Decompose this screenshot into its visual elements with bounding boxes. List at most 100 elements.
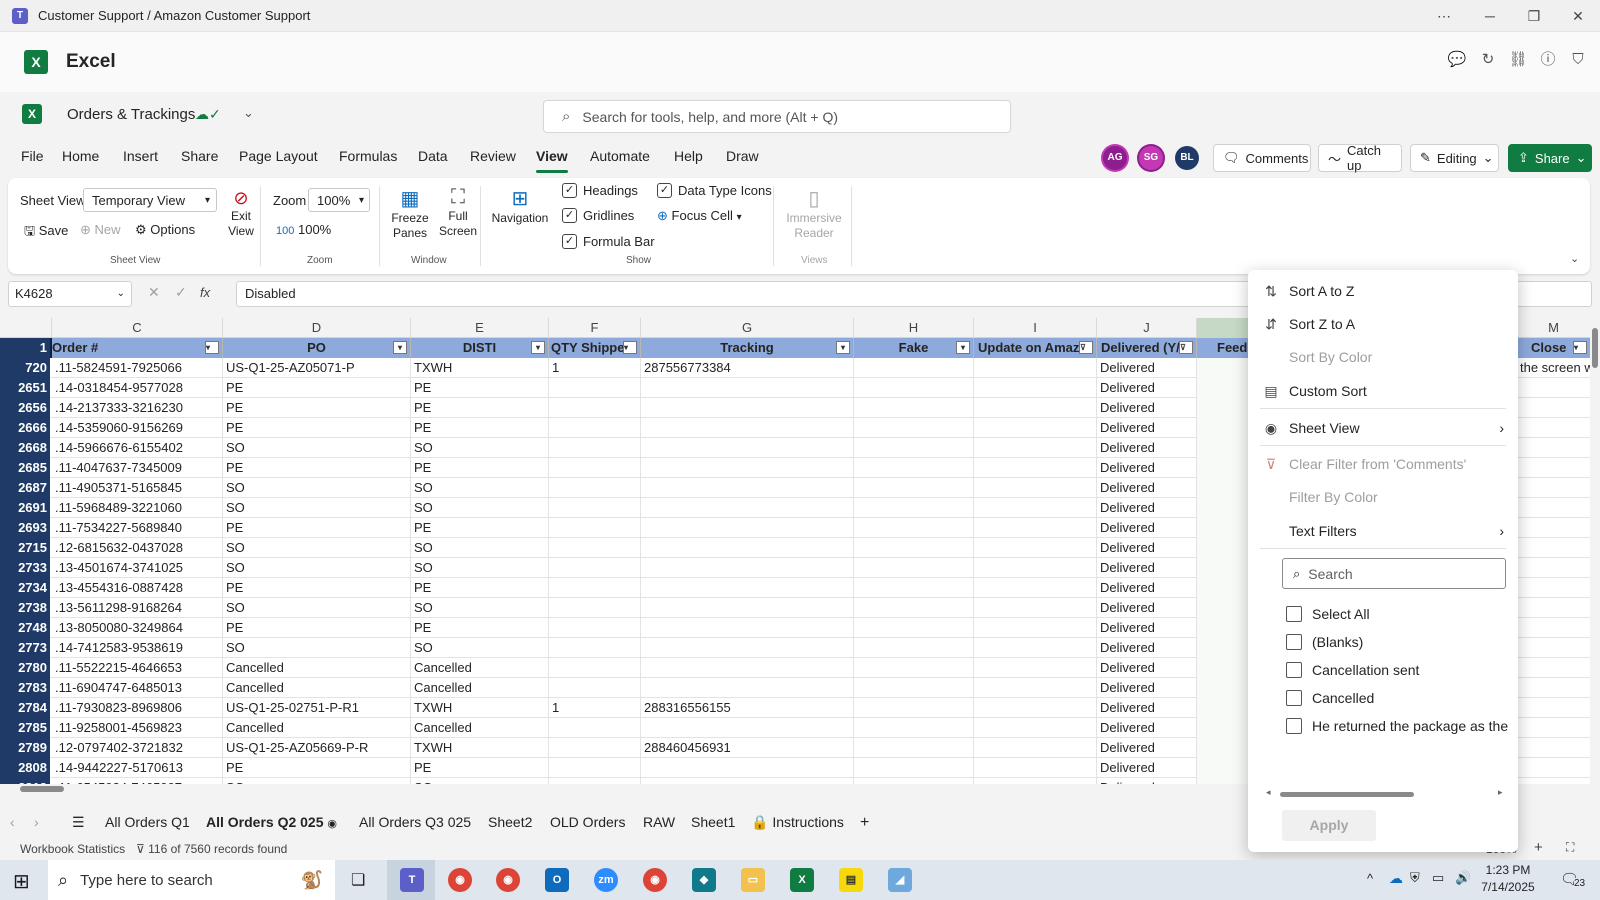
table-cell[interactable]: [974, 398, 1097, 418]
table-cell[interactable]: [854, 478, 974, 498]
table-cell[interactable]: [854, 518, 974, 538]
table-cell[interactable]: [974, 618, 1097, 638]
navigation-button[interactable]: ⊞ Navigation: [488, 186, 552, 225]
table-cell[interactable]: SO: [411, 598, 549, 618]
table-cell[interactable]: PE: [223, 578, 411, 598]
table-cell[interactable]: 1: [549, 698, 641, 718]
info-icon[interactable]: ⓘ: [1538, 50, 1558, 70]
table-cell[interactable]: [1517, 658, 1591, 678]
taskbar-search-box[interactable]: ⌕ Type here to search 🐒: [48, 860, 335, 900]
sticky-notes-icon[interactable]: ▤: [839, 868, 863, 892]
row-number[interactable]: 2783: [0, 678, 50, 698]
shield-icon[interactable]: ⛉: [1568, 50, 1588, 70]
chevron-up-icon[interactable]: ^: [1367, 871, 1373, 886]
table-cell[interactable]: [854, 598, 974, 618]
table-cell[interactable]: Delivered: [1097, 378, 1197, 398]
comments-button[interactable]: 🗨 Comments: [1213, 144, 1311, 172]
filter-option[interactable]: He returned the package as the: [1286, 714, 1526, 738]
row-number[interactable]: 2738: [0, 598, 50, 618]
table-cell[interactable]: [854, 458, 974, 478]
filter-active-icon[interactable]: ⊽: [1079, 341, 1093, 354]
exit-view-button[interactable]: ⊘ Exit View: [221, 188, 261, 239]
table-cell[interactable]: [854, 638, 974, 658]
table-cell[interactable]: [1517, 578, 1591, 598]
table-cell[interactable]: [974, 598, 1097, 618]
checkbox[interactable]: [1286, 662, 1302, 678]
table-cell[interactable]: .13-4554316-0887428: [52, 578, 223, 598]
immersive-reader-button[interactable]: ▯ Immersive Reader: [782, 186, 846, 241]
table-cell[interactable]: [974, 738, 1097, 758]
zoom-in-icon[interactable]: +: [1534, 839, 1543, 856]
filter-dropdown-icon[interactable]: ▾: [956, 341, 970, 354]
table-cell[interactable]: PE: [411, 378, 549, 398]
headings-checkbox[interactable]: ✓ Headings: [562, 183, 638, 199]
checkbox[interactable]: [1286, 606, 1302, 622]
sheet-tab[interactable]: RAW: [643, 814, 675, 830]
table-cell[interactable]: Delivered: [1097, 638, 1197, 658]
focus-cell-button[interactable]: ⊕ Focus Cell ▾: [657, 208, 742, 224]
table-cell[interactable]: [549, 498, 641, 518]
table-cell[interactable]: [1517, 678, 1591, 698]
scroll-right-icon[interactable]: ▸: [1498, 787, 1503, 798]
table-cell[interactable]: SO: [223, 538, 411, 558]
table-cell[interactable]: PE: [223, 758, 411, 778]
row-number[interactable]: 2691: [0, 498, 50, 518]
header-cell[interactable]: PO ▾: [223, 338, 411, 358]
table-cell[interactable]: Cancelled: [411, 658, 549, 678]
table-cell[interactable]: TXWH: [411, 698, 549, 718]
table-cell[interactable]: [641, 498, 854, 518]
table-cell[interactable]: .11-6904747-6485013: [52, 678, 223, 698]
table-cell[interactable]: [1517, 458, 1591, 478]
table-cell[interactable]: TXWH: [411, 738, 549, 758]
table-cell[interactable]: [974, 418, 1097, 438]
table-cell[interactable]: Cancelled: [223, 658, 411, 678]
table-cell[interactable]: [1517, 438, 1591, 458]
column-header[interactable]: M: [1517, 318, 1591, 338]
volume-icon[interactable]: 🔊: [1455, 870, 1471, 886]
workbook-statistics-button[interactable]: Workbook Statistics: [20, 842, 125, 856]
table-cell[interactable]: PE: [223, 378, 411, 398]
table-cell[interactable]: [854, 358, 974, 378]
table-cell[interactable]: SO: [411, 498, 549, 518]
table-cell[interactable]: [1517, 478, 1591, 498]
table-cell[interactable]: [974, 358, 1097, 378]
table-cell[interactable]: [1517, 498, 1591, 518]
table-cell[interactable]: .11-7930823-8969806: [52, 698, 223, 718]
table-cell[interactable]: 1: [549, 358, 641, 378]
outlook-icon[interactable]: O: [545, 868, 569, 892]
catch-up-button[interactable]: 〜 Catch up: [1318, 143, 1402, 173]
table-cell[interactable]: [974, 698, 1097, 718]
windows-start-icon[interactable]: ⊞: [13, 869, 30, 894]
apply-button[interactable]: Apply: [1282, 810, 1376, 841]
filter-dropdown-icon[interactable]: ▾: [1573, 341, 1587, 354]
tab-draw[interactable]: Draw: [726, 148, 759, 164]
table-cell[interactable]: 288460456931: [641, 738, 854, 758]
table-cell[interactable]: Delivered: [1097, 518, 1197, 538]
table-cell[interactable]: US-Q1-25-AZ05071-P: [223, 358, 411, 378]
filter-search-input[interactable]: ⌕ Search: [1282, 558, 1506, 589]
table-cell[interactable]: SO: [223, 598, 411, 618]
table-cell[interactable]: [1517, 538, 1591, 558]
filter-dropdown-icon[interactable]: ▾: [531, 341, 545, 354]
chrome-profile-icon[interactable]: ◉: [496, 868, 520, 892]
table-cell[interactable]: [974, 558, 1097, 578]
tab-review[interactable]: Review: [470, 148, 516, 164]
table-cell[interactable]: [1517, 378, 1591, 398]
column-header[interactable]: C: [52, 318, 223, 338]
row-number[interactable]: 2668: [0, 438, 50, 458]
row-number[interactable]: 2687: [0, 478, 50, 498]
refresh-icon[interactable]: ↻: [1478, 50, 1498, 70]
table-cell[interactable]: .13-4501674-3741025: [52, 558, 223, 578]
network-icon[interactable]: ▭: [1432, 870, 1444, 886]
table-cell[interactable]: [549, 418, 641, 438]
chrome-icon[interactable]: ◉: [448, 868, 472, 892]
row-number[interactable]: 2789: [0, 738, 50, 758]
table-cell[interactable]: .13-8050080-3249864: [52, 618, 223, 638]
table-cell[interactable]: .11-9258001-4569823: [52, 718, 223, 738]
column-header[interactable]: D: [223, 318, 411, 338]
table-cell[interactable]: [641, 378, 854, 398]
table-cell[interactable]: [549, 458, 641, 478]
zoom-dropdown[interactable]: 100% ▾: [308, 188, 370, 212]
sheet-view-dropdown[interactable]: Temporary View ▾: [83, 188, 217, 212]
table-cell[interactable]: .14-5359060-9156269: [52, 418, 223, 438]
